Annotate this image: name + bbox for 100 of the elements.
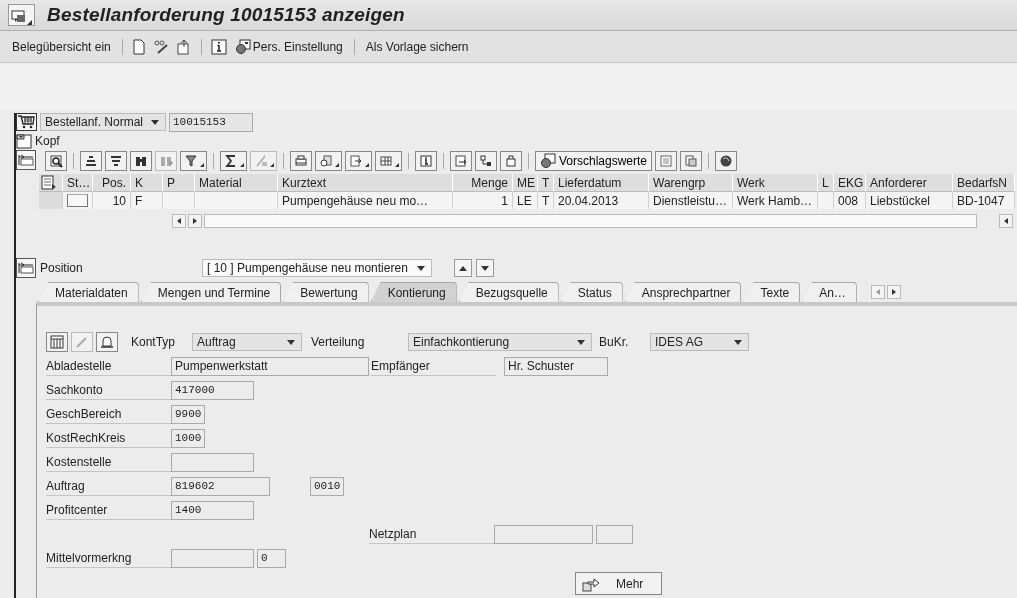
bell-button[interactable]: [96, 332, 118, 352]
caret-icon: [240, 163, 244, 167]
input-field[interactable]: [596, 524, 633, 544]
copy-document-button[interactable]: [680, 151, 703, 171]
views-button[interactable]: [315, 151, 342, 171]
info-icon[interactable]: [210, 38, 227, 55]
column-header[interactable]: Warengrp: [649, 174, 733, 192]
field-label: Empfänger: [371, 356, 496, 376]
list-button[interactable]: [655, 151, 678, 171]
scroll-right-icon[interactable]: [188, 214, 202, 228]
sort-ascending-button[interactable]: [80, 151, 102, 171]
scroll-left-icon[interactable]: [172, 214, 186, 228]
column-header[interactable]: Material: [195, 174, 278, 192]
tab[interactable]: Texte: [743, 282, 801, 302]
document-type-dropdown[interactable]: Bestellanf. Normal: [40, 113, 166, 131]
horizontal-scrollbar[interactable]: [204, 214, 977, 228]
glasses-pencil-icon[interactable]: [151, 38, 170, 55]
tab[interactable]: Mengen und Termine: [140, 282, 282, 302]
header-toggle-icon[interactable]: [16, 133, 32, 149]
globe-button[interactable]: [715, 151, 738, 171]
column-header[interactable]: ME: [513, 174, 538, 192]
bell-icon: [100, 335, 114, 349]
document-arrow-button[interactable]: [450, 151, 472, 171]
personal-settings-button[interactable]: Pers. Einstellung: [232, 38, 345, 55]
collapse-toggle-icon[interactable]: [16, 150, 36, 170]
settings-icon: [540, 153, 556, 169]
info-button[interactable]: [415, 151, 437, 171]
tab[interactable]: Status: [560, 282, 623, 302]
toolbar-button[interactable]: Belegübersicht ein: [10, 39, 113, 54]
column-header[interactable]: P: [163, 174, 195, 192]
column-header[interactable]: T: [538, 174, 554, 192]
column-header[interactable]: L: [818, 174, 834, 192]
tab[interactable]: An…: [802, 282, 857, 302]
layout-grid-button[interactable]: [375, 151, 402, 171]
column-header[interactable]: Werk: [733, 174, 818, 192]
column-header[interactable]: K: [131, 174, 163, 192]
column-header[interactable]: BedarfsN: [953, 174, 1015, 192]
grid-view-button[interactable]: [46, 332, 68, 352]
table-cell: T: [538, 192, 554, 209]
input-field[interactable]: 0: [257, 548, 286, 568]
input-field[interactable]: [171, 452, 254, 472]
sort-descending-icon: [108, 153, 124, 169]
column-header[interactable]: Menge: [453, 174, 513, 192]
input-field[interactable]: [494, 524, 593, 544]
cart-icon[interactable]: [16, 113, 37, 131]
caret-icon: [365, 163, 369, 167]
column-header[interactable]: Pos.: [93, 174, 131, 192]
input-field[interactable]: Pumpenwerkstatt: [171, 356, 369, 376]
tab[interactable]: Ansprechpartner: [624, 282, 742, 302]
input-field[interactable]: 417000: [171, 380, 254, 400]
export-icon: [348, 153, 364, 169]
filter-button[interactable]: [180, 151, 207, 171]
toolbar-button[interactable]: Als Vorlage sichern: [363, 39, 471, 54]
tab[interactable]: Materialdaten: [38, 282, 139, 302]
export-button[interactable]: [345, 151, 372, 171]
table-cell: 20.04.2013: [554, 192, 649, 209]
collapse-toggle-icon[interactable]: [16, 258, 36, 278]
account-type-dropdown[interactable]: Auftrag: [192, 333, 302, 351]
scroll-right-icon[interactable]: [886, 284, 901, 299]
position-dropdown[interactable]: [ 10 ] Pumpengehäuse neu montieren: [202, 259, 432, 277]
hierarchy-button[interactable]: [475, 151, 497, 171]
column-header[interactable]: Anforderer: [866, 174, 953, 192]
document-number-field[interactable]: 10015153: [169, 112, 253, 132]
input-field[interactable]: [171, 548, 254, 568]
select-all-icon[interactable]: [39, 174, 63, 192]
dropdown-arrow-icon: [151, 119, 159, 125]
default-values-button[interactable]: Vorschlagswerte: [535, 151, 653, 171]
input-field[interactable]: Hr. Schuster: [504, 356, 608, 376]
column-header[interactable]: Lieferdatum: [554, 174, 649, 192]
print-button[interactable]: [290, 151, 312, 171]
input-field[interactable]: 1000: [171, 428, 205, 448]
tab[interactable]: Bezugsquelle: [458, 282, 559, 302]
input-field[interactable]: 1400: [171, 500, 254, 520]
system-menu-button[interactable]: [8, 4, 35, 26]
sort-descending-button[interactable]: [105, 151, 127, 171]
column-header[interactable]: St…: [63, 174, 93, 192]
dropdown-arrow-icon: [287, 339, 295, 345]
input-field[interactable]: 0010: [310, 476, 345, 496]
column-header[interactable]: Kurztext: [278, 174, 453, 192]
tab[interactable]: Bewertung: [283, 282, 369, 302]
next-item-button[interactable]: [476, 259, 494, 277]
field-label: BuKr.: [599, 335, 630, 349]
column-header[interactable]: EKG: [834, 174, 866, 192]
more-button[interactable]: Mehr: [575, 572, 663, 595]
dropdown-arrow-icon: [417, 265, 425, 271]
grid-icon: [50, 335, 64, 349]
tab[interactable]: Kontierung: [370, 282, 457, 302]
field-label: Verteilung: [311, 335, 366, 349]
search-list-button[interactable]: [45, 151, 67, 171]
distribution-dropdown[interactable]: Einfachkontierung: [408, 333, 592, 351]
sum-button[interactable]: [220, 151, 247, 171]
new-document-icon[interactable]: [131, 38, 146, 55]
document-arrow-icon[interactable]: [175, 38, 192, 55]
input-field[interactable]: 819602: [171, 476, 270, 496]
input-field[interactable]: 9900: [171, 404, 205, 424]
previous-item-button[interactable]: [454, 259, 472, 277]
field-label: KontTyp: [131, 335, 177, 349]
scroll-left-icon[interactable]: [999, 214, 1013, 228]
company-code-dropdown[interactable]: IDES AG: [650, 333, 749, 351]
status-field[interactable]: [67, 194, 88, 207]
